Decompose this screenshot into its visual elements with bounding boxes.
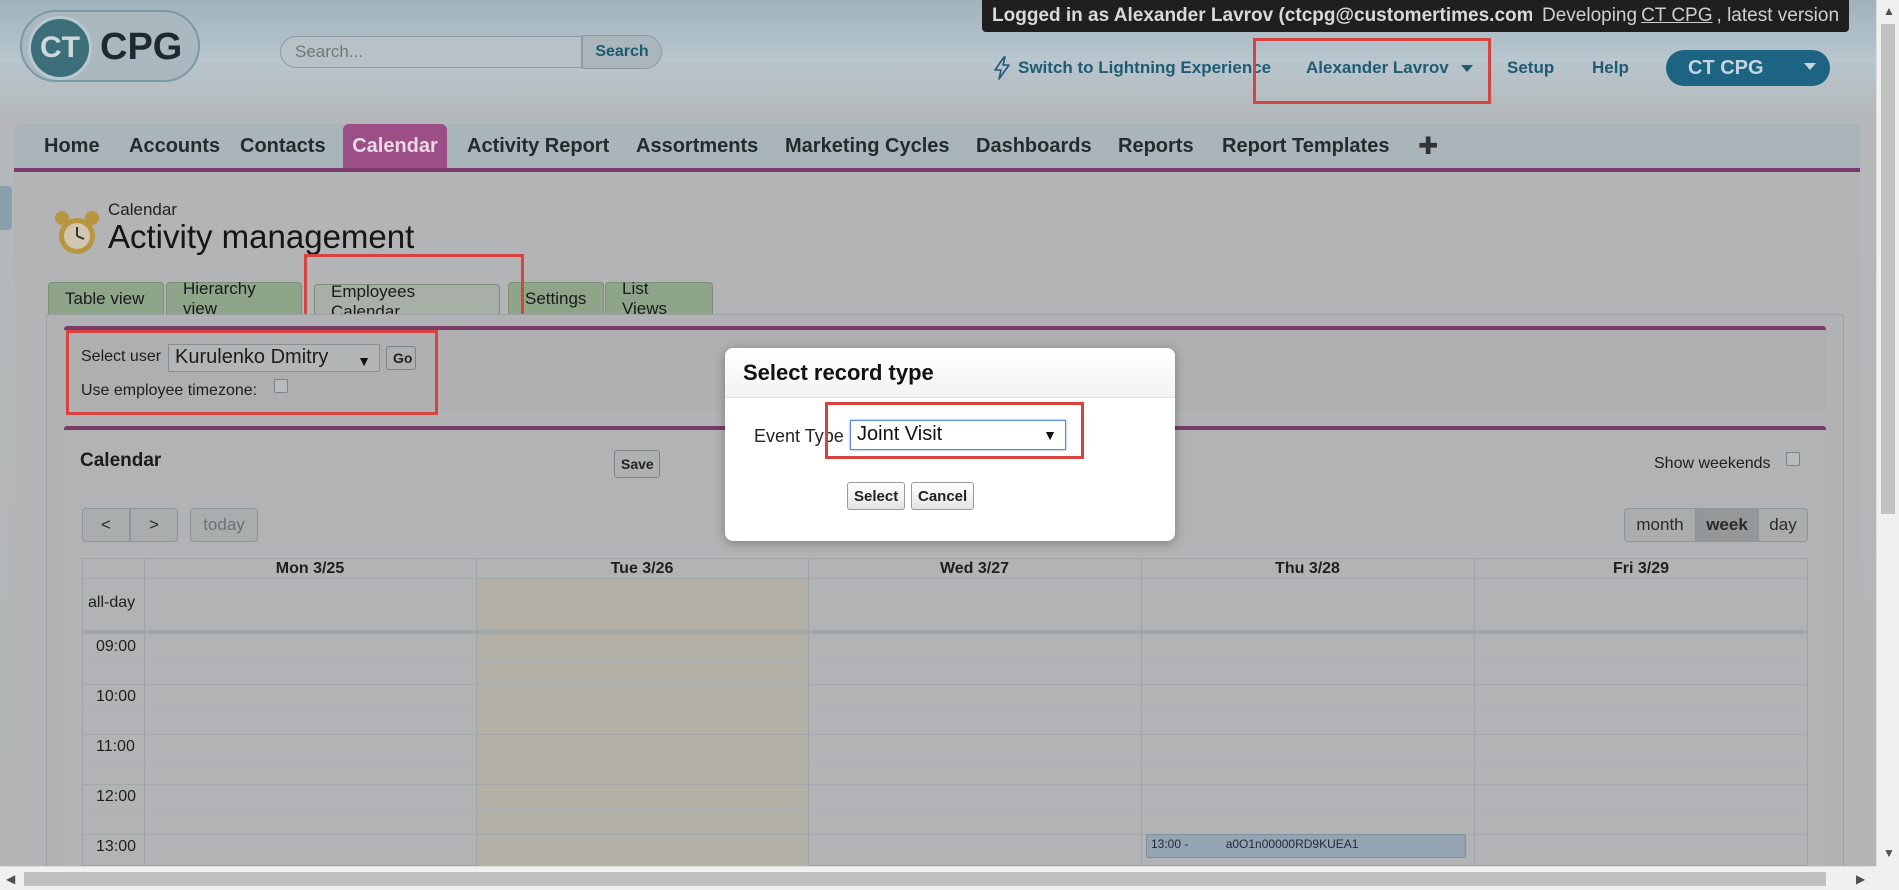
calendar-title: Calendar (80, 450, 162, 471)
time-label: 10:00 (96, 688, 137, 705)
dev-prefix: Developing (1542, 5, 1638, 26)
switch-lightning-link[interactable]: Switch to Lightning Experience (1018, 58, 1271, 78)
nav-add-tab-plus-icon[interactable]: ✚ (1410, 124, 1446, 168)
horizontal-scrollbar[interactable]: ◀ ▶ (0, 866, 1876, 890)
alarm-clock-icon (55, 211, 99, 254)
cancel-button[interactable]: Cancel (911, 482, 975, 510)
highlight-box-user-filter (66, 330, 438, 415)
subtab-hierarchy-view[interactable]: Hierarchy view (166, 279, 302, 318)
app-switcher-label: CT CPG (1688, 56, 1764, 79)
modal-header: Select record type (725, 348, 1175, 398)
day-header-fri: Fri 3/29 (1612, 560, 1670, 577)
save-button[interactable]: Save (614, 450, 660, 478)
scroll-left-arrow-icon[interactable]: ◀ (6, 872, 15, 886)
show-weekends-label: Show weekends (1654, 455, 1771, 472)
time-label: 13:00 (96, 838, 137, 855)
page-title: Activity management (108, 218, 415, 255)
time-label: 12:00 (96, 788, 137, 805)
view-month-button[interactable]: month (1624, 508, 1696, 542)
subtab-list-views[interactable]: List Views (605, 279, 713, 318)
vertical-scroll-thumb[interactable] (1881, 24, 1895, 514)
login-status-badge: Logged in as Alexander Lavrov (ctcpg@cus… (982, 0, 1550, 32)
breadcrumb: Calendar (108, 200, 177, 219)
prev-week-button[interactable]: < (82, 508, 130, 542)
event-time: 13:00 - (1151, 837, 1189, 851)
subtab-table-view[interactable]: Table view (48, 282, 164, 314)
nav-tab-contacts[interactable]: Contacts (232, 124, 334, 168)
day-header-wed: Wed 3/27 (939, 560, 1010, 577)
scroll-up-arrow-icon[interactable]: ▲ (1883, 4, 1895, 18)
vertical-scrollbar[interactable]: ▲ ▼ (1876, 0, 1899, 866)
calendar-grid (82, 558, 1808, 866)
nav-tab-calendar[interactable]: Calendar (343, 124, 447, 168)
time-label: 11:00 (96, 738, 135, 755)
chevron-left-icon: < (101, 515, 111, 534)
search-button[interactable]: Search (582, 35, 662, 69)
day-header-thu: Thu 3/28 (1275, 560, 1340, 577)
calendar-event[interactable]: 13:00 - a0O1n00000RD9KUEA1 (1146, 834, 1466, 858)
horizontal-scroll-thumb[interactable] (24, 872, 1826, 886)
nav-tab-marketing-cycles[interactable]: Marketing Cycles (777, 124, 958, 168)
scroll-down-arrow-icon[interactable]: ▼ (1883, 846, 1895, 860)
main-nav-bar: Home Accounts Contacts Calendar Activity… (14, 124, 1860, 172)
modal-title: Select record type (743, 360, 934, 385)
scroll-right-arrow-icon[interactable]: ▶ (1856, 872, 1865, 886)
today-column-highlight (476, 578, 808, 866)
dev-suffix: , latest version (1716, 5, 1840, 26)
day-header-tue: Tue 3/26 (610, 560, 674, 577)
time-label: 09:00 (96, 638, 137, 655)
nav-tab-assortments[interactable]: Assortments (628, 124, 766, 168)
nav-tab-dashboards[interactable]: Dashboards (968, 124, 1100, 168)
logo-ct-mark: CT (28, 16, 92, 80)
allday-label: all-day (88, 594, 136, 611)
setup-link[interactable]: Setup (1507, 58, 1554, 78)
day-header-mon: Mon 3/25 (275, 560, 345, 577)
app-switcher-button[interactable]: CT CPG (1666, 50, 1830, 86)
view-day-button[interactable]: day (1758, 508, 1808, 542)
show-weekends-checkbox[interactable] (1786, 452, 1800, 466)
select-button[interactable]: Select (847, 482, 906, 510)
dev-status-badge: Developing CT CPG , latest version (1532, 0, 1850, 32)
nav-tab-report-templates[interactable]: Report Templates (1214, 124, 1397, 168)
view-week-button[interactable]: week (1696, 508, 1758, 542)
sidebar-handle[interactable] (0, 186, 12, 230)
help-link[interactable]: Help (1592, 58, 1629, 78)
nav-tab-accounts[interactable]: Accounts (121, 124, 228, 168)
chevron-right-icon: > (149, 515, 159, 534)
logo-cpg-text: CPG (100, 26, 183, 68)
today-button[interactable]: today (190, 508, 258, 542)
event-title: a0O1n00000RD9KUEA1 (1225, 837, 1359, 851)
app-logo[interactable]: CT CPG (20, 10, 200, 82)
next-week-button[interactable]: > (130, 508, 178, 542)
app-switcher-chevron-down-icon (1804, 63, 1816, 70)
highlight-box-event-type (825, 402, 1084, 459)
nav-tab-reports[interactable]: Reports (1110, 124, 1202, 168)
search-input[interactable] (280, 36, 582, 68)
nav-tab-home[interactable]: Home (36, 124, 108, 168)
nav-tab-activity-report[interactable]: Activity Report (459, 124, 617, 168)
highlight-box-user-menu (1253, 38, 1491, 104)
scrollbar-corner (1876, 866, 1899, 890)
dev-app-link[interactable]: CT CPG (1641, 5, 1712, 27)
lightning-bolt-icon (994, 56, 1010, 80)
